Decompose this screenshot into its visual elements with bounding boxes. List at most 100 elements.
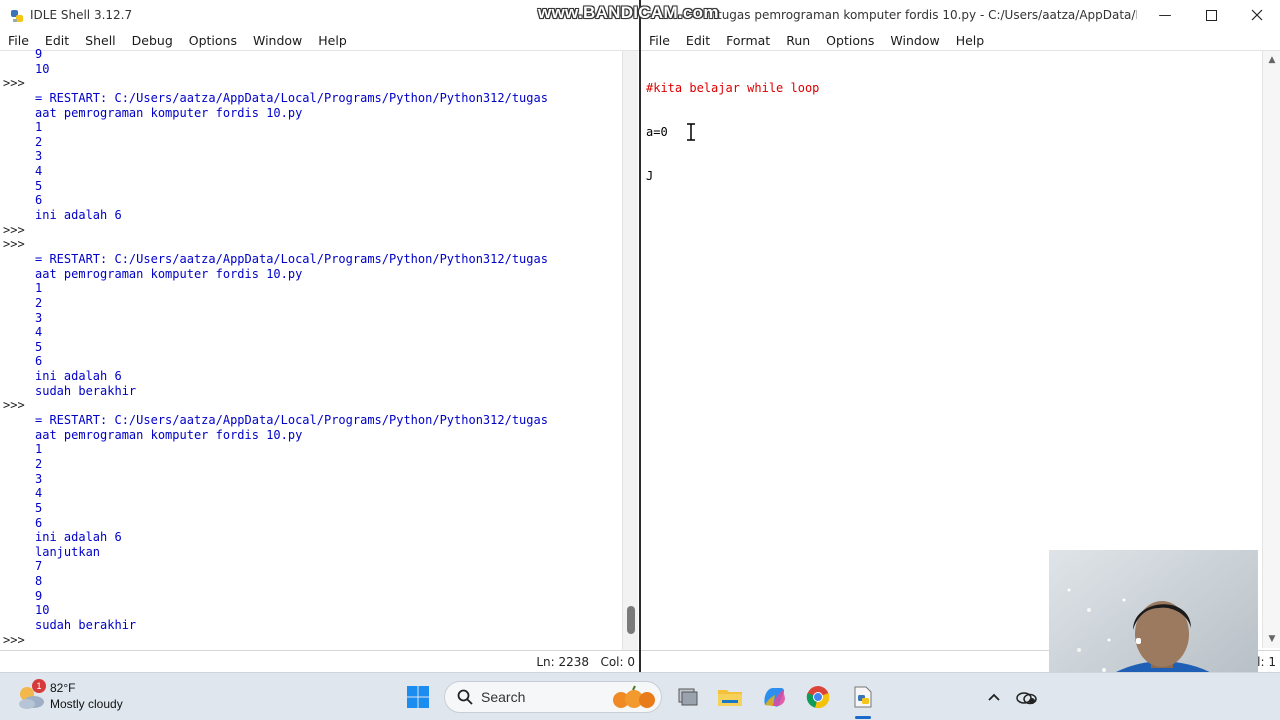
editor-menu-options[interactable]: Options bbox=[818, 30, 882, 51]
python-idle-icon[interactable] bbox=[847, 681, 879, 719]
shell-output-line: 6 bbox=[35, 515, 43, 530]
shell-window-title: IDLE Shell 3.12.7 bbox=[30, 8, 133, 22]
shell-output-line: 2 bbox=[35, 295, 43, 310]
shell-prompt-marker: >>> bbox=[3, 632, 25, 647]
minimize-icon[interactable]: — bbox=[1142, 0, 1188, 30]
shell-prompt-marker bbox=[0, 340, 32, 355]
shell-output-line: = RESTART: C:/Users/aatza/AppData/Local/… bbox=[35, 413, 548, 428]
weather-widget[interactable]: 1 82°F Mostly cloudy bbox=[14, 679, 154, 715]
shell-output-line: = RESTART: C:/Users/aatza/AppData/Local/… bbox=[35, 90, 548, 105]
shell-output-line: 5 bbox=[35, 339, 43, 354]
shell-output-line: 5 bbox=[35, 500, 43, 515]
shell-prompt-marker bbox=[0, 530, 32, 545]
shell-prompt-marker bbox=[0, 354, 32, 369]
shell-output-line: aat pemrograman komputer fordis 10.py bbox=[35, 105, 303, 120]
shell-output-line: sudah berakhir bbox=[35, 383, 137, 398]
shell-prompt-marker bbox=[0, 603, 32, 618]
shell-output-line: 8 bbox=[35, 574, 43, 589]
shell-prompt-marker bbox=[0, 47, 32, 62]
scroll-up-icon[interactable]: ▲ bbox=[1263, 55, 1280, 65]
onedrive-icon[interactable] bbox=[1010, 681, 1042, 713]
editor-menu-format[interactable]: Format bbox=[718, 30, 778, 51]
shell-prompt-marker bbox=[0, 106, 32, 121]
shell-output-line bbox=[35, 633, 620, 648]
shell-prompt-marker bbox=[0, 589, 32, 604]
shell-prompt-marker bbox=[0, 149, 32, 164]
windows-start-icon[interactable] bbox=[402, 681, 434, 713]
editor-scrollbar[interactable]: ▲ ▼ bbox=[1262, 51, 1280, 648]
search-highlight-icon bbox=[613, 685, 655, 708]
shell-prompt-marker bbox=[0, 135, 32, 150]
shell-output-line: 10 bbox=[35, 603, 50, 618]
idle-shell-window: IDLE Shell 3.12.7 — File Edit Shell Debu… bbox=[0, 0, 639, 672]
shell-prompt-marker bbox=[0, 164, 32, 179]
shell-output-line: ini adalah 6 bbox=[35, 530, 122, 545]
chrome-icon[interactable] bbox=[802, 681, 834, 713]
shell-output-line: ini adalah 6 bbox=[35, 208, 122, 223]
shell-output-line: 4 bbox=[35, 164, 43, 179]
copilot-icon[interactable] bbox=[758, 681, 790, 713]
shell-output-line bbox=[35, 223, 620, 238]
shell-output-line: 4 bbox=[35, 486, 43, 501]
shell-prompt-marker bbox=[0, 472, 32, 487]
editor-menu-help[interactable]: Help bbox=[948, 30, 993, 51]
code-line: a=0 bbox=[646, 125, 668, 140]
shell-prompt-marker bbox=[0, 516, 32, 531]
shell-prompt-marker bbox=[0, 179, 32, 194]
shell-output-line bbox=[35, 237, 620, 252]
task-view-icon[interactable] bbox=[672, 681, 704, 713]
file-explorer-icon[interactable] bbox=[714, 681, 746, 713]
taskbar-search-box[interactable]: Search bbox=[444, 681, 662, 713]
shell-output-line: 3 bbox=[35, 471, 43, 486]
editor-menu-run[interactable]: Run bbox=[778, 30, 818, 51]
shell-prompt-marker bbox=[0, 281, 32, 296]
shell-output-line bbox=[35, 398, 620, 413]
shell-scrollbar[interactable] bbox=[622, 51, 638, 650]
shell-prompt-marker bbox=[0, 252, 32, 267]
shell-output-line: sudah berakhir bbox=[35, 617, 137, 632]
scroll-down-icon[interactable]: ▼ bbox=[1263, 634, 1280, 644]
shell-prompt-marker bbox=[0, 574, 32, 589]
shell-cursor-position: Ln: 2238 Col: 0 bbox=[536, 655, 635, 669]
shell-prompt-marker: >>> bbox=[3, 76, 25, 91]
shell-prompt-marker bbox=[0, 486, 32, 501]
search-label: Search bbox=[481, 689, 526, 705]
shell-prompt-marker bbox=[0, 62, 32, 77]
shell-prompt-marker bbox=[0, 545, 32, 560]
shell-prompt-marker bbox=[0, 296, 32, 311]
weather-description: Mostly cloudy bbox=[50, 697, 123, 711]
editor-window-title: tugas pemrograman komputer fordis 10.py … bbox=[717, 8, 1137, 22]
weather-notification-badge: 1 bbox=[32, 679, 46, 693]
editor-menubar: File Edit Format Run Options Window Help bbox=[641, 30, 1280, 51]
shell-output-line: 6 bbox=[35, 354, 43, 369]
shell-output-line: 6 bbox=[35, 193, 43, 208]
search-icon bbox=[457, 689, 473, 705]
shell-prompt-marker: >>> bbox=[3, 222, 25, 237]
editor-titlebar[interactable]: tugas pemrograman komputer fordis 10.py … bbox=[641, 0, 1280, 30]
shell-scrollbar-thumb[interactable] bbox=[627, 606, 635, 634]
editor-menu-window[interactable]: Window bbox=[882, 30, 947, 51]
taskbar: 1 82°F Mostly cloudy Search bbox=[0, 672, 1280, 720]
maximize-icon[interactable] bbox=[1188, 0, 1234, 30]
shell-prompt-marker bbox=[0, 369, 32, 384]
code-comment-line: #kita belajar while loop bbox=[646, 81, 820, 96]
bandicam-watermark: www.BANDICAM.com bbox=[538, 3, 719, 22]
shell-prompt-marker: >>> bbox=[3, 398, 25, 413]
code-line: J bbox=[646, 169, 654, 184]
active-app-indicator bbox=[855, 716, 871, 719]
weather-temperature: 82°F bbox=[50, 681, 76, 695]
shell-output-line: aat pemrograman komputer fordis 10.py bbox=[35, 427, 303, 442]
shell-output-line: 5 bbox=[35, 178, 43, 193]
chevron-up-icon[interactable] bbox=[978, 681, 1010, 713]
shell-prompt-marker bbox=[0, 208, 32, 223]
shell-output-line: 1 bbox=[35, 442, 43, 457]
shell-output-area[interactable]: 9 10 = RESTART: C:/Users/aatza/AppData/Loc… bbox=[35, 47, 620, 650]
shell-output-line: 9 bbox=[35, 47, 43, 61]
close-icon[interactable] bbox=[1234, 0, 1280, 30]
shell-output-line: 1 bbox=[35, 281, 43, 296]
shell-output-line: 2 bbox=[35, 134, 43, 149]
shell-prompt-marker: >>> bbox=[3, 237, 25, 252]
editor-menu-edit[interactable]: Edit bbox=[678, 30, 718, 51]
editor-menu-file[interactable]: File bbox=[641, 30, 678, 51]
shell-output-line: 3 bbox=[35, 310, 43, 325]
